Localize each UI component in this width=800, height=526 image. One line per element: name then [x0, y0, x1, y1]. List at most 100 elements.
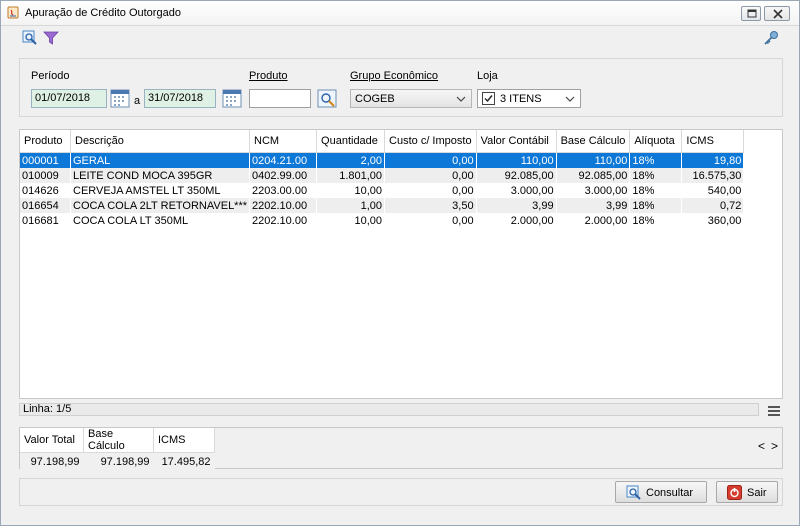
cell-aliquota: 18%	[629, 152, 683, 168]
search-icon	[626, 485, 641, 500]
cell-aliquota: 18%	[629, 168, 683, 183]
cell-base-calculo: 92.085,00	[556, 168, 631, 183]
exit-icon	[727, 485, 742, 500]
col-icms[interactable]: ICMS	[681, 130, 745, 153]
cell-custo: 0,00	[384, 152, 477, 168]
checkbox-checked-icon	[482, 92, 495, 105]
cell-ncm: 0204.21.00	[249, 152, 318, 168]
cell-ncm: 2202.10.00	[249, 213, 318, 228]
total-col-icms: ICMS	[153, 428, 215, 453]
loja-label: Loja	[477, 70, 498, 82]
java-app-icon	[7, 6, 19, 19]
loja-select[interactable]: 3 ITENS	[477, 89, 581, 108]
grupo-label: Grupo Econômico	[350, 70, 439, 82]
col-descricao[interactable]: Descrição	[70, 130, 251, 153]
chevron-down-icon	[565, 96, 575, 102]
cell-icms: 540,00	[681, 183, 745, 198]
sair-label: Sair	[747, 487, 767, 499]
cell-custo: 0,00	[384, 213, 477, 228]
title-bar: Apuração de Crédito Outorgado	[1, 1, 799, 26]
product-search-icon[interactable]	[317, 89, 337, 108]
calendar-icon[interactable]	[222, 89, 242, 108]
prev-arrow[interactable]: <	[758, 439, 771, 453]
total-base: 97.198,99	[83, 452, 154, 470]
periodo-label: Período	[31, 70, 70, 82]
cell-icms: 16.575,30	[681, 168, 745, 183]
cell-descricao: COCA COLA 2LT RETORNAVEL***	[70, 198, 251, 213]
sair-button[interactable]: Sair	[716, 481, 778, 503]
table-row[interactable]: 016654 COCA COLA 2LT RETORNAVEL*** 2202.…	[20, 198, 745, 213]
loja-value: 3 ITENS	[500, 93, 542, 105]
results-table-panel: Produto Descrição NCM Quantidade Custo c…	[19, 129, 783, 399]
next-arrow[interactable]: >	[771, 439, 784, 453]
grupo-value: COGEB	[355, 93, 395, 105]
cell-aliquota: 18%	[629, 183, 683, 198]
col-valor-contabil[interactable]: Valor Contábil	[476, 130, 557, 153]
col-quantidade[interactable]: Quantidade	[316, 130, 386, 153]
cell-valor-contabil: 3,99	[476, 198, 557, 213]
cell-base-calculo: 3.000,00	[556, 183, 631, 198]
search-icon[interactable]	[22, 30, 38, 46]
results-table: Produto Descrição NCM Quantidade Custo c…	[20, 130, 745, 228]
filter-icon[interactable]	[43, 31, 59, 46]
cell-quantidade: 10,00	[316, 213, 386, 228]
date-from-input[interactable]: 01/07/2018	[31, 89, 107, 108]
table-row[interactable]: 014626 CERVEJA AMSTEL LT 350ML 2203.00.0…	[20, 183, 745, 198]
cell-quantidade: 1.801,00	[316, 168, 386, 183]
cell-base-calculo: 2.000,00	[556, 213, 631, 228]
col-ncm[interactable]: NCM	[249, 130, 318, 153]
total-col-valor: Valor Total	[20, 428, 84, 453]
cell-base-calculo: 110,00	[556, 152, 631, 168]
cell-custo: 0,00	[384, 168, 477, 183]
total-col-base: Base Cálculo	[83, 428, 154, 453]
total-icms: 17.495,82	[153, 452, 215, 470]
consultar-button[interactable]: Consultar	[615, 481, 707, 503]
cell-custo: 3,50	[384, 198, 477, 213]
totals-table: Valor Total Base Cálculo ICMS 97.198,99 …	[20, 428, 215, 470]
cell-valor-contabil: 3.000,00	[476, 183, 557, 198]
cell-ncm: 0402.99.00	[249, 168, 318, 183]
hamburger-menu-icon[interactable]	[767, 405, 781, 417]
produto-input[interactable]	[249, 89, 311, 108]
table-row[interactable]: 016681 COCA COLA LT 350ML 2202.10.00 10,…	[20, 213, 745, 228]
cell-produto: 016681	[20, 213, 71, 228]
action-bar: Consultar Sair	[19, 478, 783, 506]
cell-icms: 0,72	[681, 198, 745, 213]
totals-panel: Valor Total Base Cálculo ICMS 97.198,99 …	[19, 427, 783, 470]
date-to-input[interactable]: 31/07/2018	[144, 89, 216, 108]
table-row[interactable]: 010009 LEITE COND MOCA 395GR 0402.99.00 …	[20, 168, 745, 183]
cell-quantidade: 2,00	[316, 152, 386, 168]
table-row[interactable]: 000001 GERAL 0204.21.00 2,00 0,00 110,00…	[20, 152, 745, 168]
calendar-icon[interactable]	[110, 89, 130, 108]
cell-aliquota: 18%	[629, 198, 683, 213]
cell-icms: 19,80	[681, 152, 745, 168]
maximize-icon	[747, 9, 757, 18]
cell-descricao: LEITE COND MOCA 395GR	[70, 168, 251, 183]
nav-arrows: <>	[758, 439, 784, 453]
row-status: Linha: 1/5	[19, 403, 759, 416]
col-aliquota[interactable]: Alíquota	[629, 130, 683, 153]
col-produto[interactable]: Produto	[20, 130, 71, 153]
cell-ncm: 2203.00.00	[249, 183, 318, 198]
cell-quantidade: 1,00	[316, 198, 386, 213]
key-icon[interactable]	[763, 30, 779, 46]
cell-base-calculo: 3,99	[556, 198, 631, 213]
col-base-calculo[interactable]: Base Cálculo	[556, 130, 631, 153]
produto-label: Produto	[249, 70, 288, 82]
app-window: Apuração de Crédito Outorgado Período 01…	[0, 0, 800, 526]
cell-quantidade: 10,00	[316, 183, 386, 198]
cell-aliquota: 18%	[629, 213, 683, 228]
filter-panel: Período 01/07/2018 a 31/07/2018 Produto	[19, 58, 783, 117]
grupo-select[interactable]: COGEB	[350, 89, 472, 108]
col-custo[interactable]: Custo c/ Imposto	[384, 130, 477, 153]
cell-valor-contabil: 92.085,00	[476, 168, 557, 183]
maximize-button[interactable]	[741, 6, 761, 21]
cell-descricao: COCA COLA LT 350ML	[70, 213, 251, 228]
cell-valor-contabil: 2.000,00	[476, 213, 557, 228]
chevron-down-icon	[456, 96, 466, 102]
table-header: Produto Descrição NCM Quantidade Custo c…	[20, 130, 745, 153]
close-button[interactable]	[764, 6, 790, 21]
cell-valor-contabil: 110,00	[476, 152, 557, 168]
cell-descricao: CERVEJA AMSTEL LT 350ML	[70, 183, 251, 198]
close-icon	[773, 9, 783, 19]
